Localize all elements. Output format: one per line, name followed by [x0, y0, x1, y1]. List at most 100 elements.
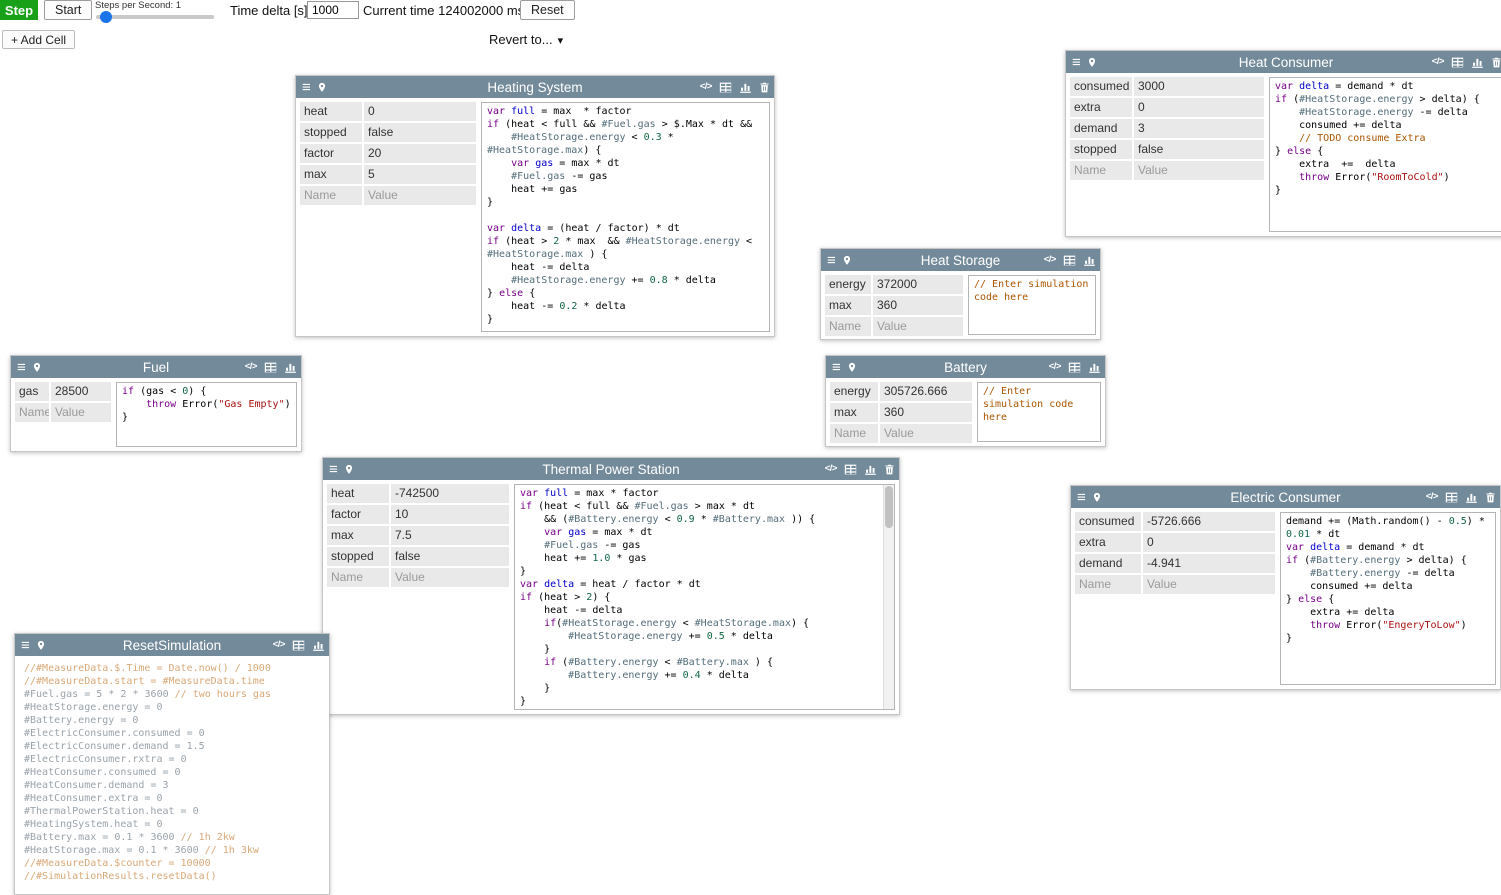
prop-value-cell[interactable]: 5 [364, 165, 476, 184]
prop-value-cell[interactable]: -742500 [391, 484, 509, 503]
slider-thumb[interactable] [100, 11, 112, 23]
prop-value-cell[interactable]: 28500 [51, 382, 111, 401]
code-editor[interactable]: var delta = demand * dtif (#HeatStorage.… [1269, 77, 1501, 232]
prop-name-cell[interactable]: consumed [1070, 77, 1132, 96]
prop-name-cell[interactable]: factor [327, 505, 389, 524]
prop-value-cell[interactable]: 305726.666 [880, 382, 972, 401]
table-icon[interactable] [1451, 56, 1464, 69]
reset-button[interactable]: Reset [520, 0, 575, 20]
pin-icon[interactable] [842, 254, 852, 267]
prop-name-cell[interactable]: max [830, 403, 878, 422]
trash-icon[interactable] [1485, 491, 1496, 504]
table-icon[interactable] [292, 639, 305, 652]
prop-value-cell[interactable]: 3000 [1134, 77, 1264, 96]
prop-value-cell[interactable]: 0 [364, 102, 476, 121]
menu-icon[interactable]: ≡ [1072, 55, 1081, 70]
code-icon[interactable]: </> [1432, 57, 1444, 67]
prop-value-cell[interactable]: false [1134, 140, 1264, 159]
menu-icon[interactable]: ≡ [21, 638, 30, 653]
prop-name-cell[interactable]: Name [300, 186, 362, 205]
menu-icon[interactable]: ≡ [17, 360, 26, 375]
prop-value-cell[interactable]: 360 [880, 403, 972, 422]
code-icon[interactable]: </> [273, 640, 285, 650]
table-icon[interactable] [1063, 254, 1076, 267]
chart-icon[interactable] [1465, 491, 1478, 504]
start-button[interactable]: Start [44, 0, 92, 20]
prop-name-cell[interactable]: energy [825, 275, 871, 294]
pin-icon[interactable] [32, 361, 42, 374]
prop-name-cell[interactable]: demand [1070, 119, 1132, 138]
prop-value-cell[interactable]: 0 [1134, 98, 1264, 117]
pin-icon[interactable] [847, 361, 857, 374]
menu-icon[interactable]: ≡ [302, 80, 311, 95]
card-header[interactable]: ≡Heat Consumer</> [1066, 51, 1501, 73]
prop-value-cell[interactable]: Value [51, 403, 111, 422]
code-icon[interactable]: </> [1044, 255, 1056, 265]
prop-name-cell[interactable]: heat [327, 484, 389, 503]
prop-name-cell[interactable]: factor [300, 144, 362, 163]
prop-name-cell[interactable]: gas [15, 382, 49, 401]
prop-name-cell[interactable]: extra [1075, 533, 1141, 552]
card-header[interactable]: ≡ResetSimulation</> [15, 634, 329, 656]
prop-name-cell[interactable]: stopped [327, 547, 389, 566]
chart-icon[interactable] [1088, 361, 1101, 374]
menu-icon[interactable]: ≡ [832, 360, 841, 375]
prop-value-cell[interactable]: Value [1134, 161, 1264, 180]
add-cell-button[interactable]: + Add Cell [2, 30, 75, 49]
prop-name-cell[interactable]: Name [327, 568, 389, 587]
pin-icon[interactable] [317, 81, 327, 94]
prop-value-cell[interactable]: 10 [391, 505, 509, 524]
prop-name-cell[interactable]: energy [830, 382, 878, 401]
code-icon[interactable]: </> [1049, 362, 1061, 372]
time-delta-input[interactable] [307, 1, 359, 19]
prop-value-cell[interactable]: Value [880, 424, 972, 443]
card-header[interactable]: ≡Thermal Power Station</> [323, 458, 899, 480]
prop-name-cell[interactable]: max [825, 296, 871, 315]
menu-icon[interactable]: ≡ [329, 462, 338, 477]
prop-name-cell[interactable]: max [327, 526, 389, 545]
prop-value-cell[interactable]: 0 [1143, 533, 1275, 552]
revert-to-dropdown[interactable]: Revert to...▾ [489, 32, 563, 47]
prop-name-cell[interactable]: Name [830, 424, 878, 443]
prop-value-cell[interactable]: 3 [1134, 119, 1264, 138]
table-icon[interactable] [1445, 491, 1458, 504]
code-editor[interactable]: var full = max * factorif (heat < full &… [514, 484, 895, 710]
chart-icon[interactable] [1083, 254, 1096, 267]
chart-icon[interactable] [864, 463, 877, 476]
card-header[interactable]: ≡Battery</> [826, 356, 1105, 378]
prop-value-cell[interactable]: 372000 [873, 275, 963, 294]
prop-value-cell[interactable]: Value [1143, 575, 1275, 594]
prop-name-cell[interactable]: max [300, 165, 362, 184]
code-icon[interactable]: </> [1426, 492, 1438, 502]
table-icon[interactable] [719, 81, 732, 94]
card-header[interactable]: ≡Electric Consumer</> [1071, 486, 1500, 508]
chart-icon[interactable] [312, 639, 325, 652]
prop-name-cell[interactable]: stopped [1070, 140, 1132, 159]
code-editor[interactable]: var full = max * factorif (heat < full &… [481, 102, 770, 332]
chart-icon[interactable] [1471, 56, 1484, 69]
table-icon[interactable] [844, 463, 857, 476]
table-icon[interactable] [264, 361, 277, 374]
pin-icon[interactable] [36, 639, 46, 652]
code-editor[interactable]: // Enter simulation code here [977, 382, 1101, 442]
prop-value-cell[interactable]: -5726.666 [1143, 512, 1275, 531]
code-editor[interactable]: // Enter simulation code here [968, 275, 1096, 335]
prop-value-cell[interactable]: 360 [873, 296, 963, 315]
prop-value-cell[interactable]: Value [364, 186, 476, 205]
prop-value-cell[interactable]: 20 [364, 144, 476, 163]
prop-value-cell[interactable]: false [391, 547, 509, 566]
prop-name-cell[interactable]: consumed [1075, 512, 1141, 531]
menu-icon[interactable]: ≡ [827, 253, 836, 268]
code-icon[interactable]: </> [825, 464, 837, 474]
chart-icon[interactable] [739, 81, 752, 94]
code-icon[interactable]: </> [700, 82, 712, 92]
code-editor[interactable]: //#MeasureData.$.Time = Date.now() / 100… [19, 660, 325, 890]
prop-name-cell[interactable]: demand [1075, 554, 1141, 573]
prop-name-cell[interactable]: Name [1075, 575, 1141, 594]
code-icon[interactable]: </> [245, 362, 257, 372]
pin-icon[interactable] [344, 463, 354, 476]
prop-name-cell[interactable]: Name [15, 403, 49, 422]
table-icon[interactable] [1068, 361, 1081, 374]
step-button[interactable]: Step [0, 0, 38, 20]
trash-icon[interactable] [884, 463, 895, 476]
